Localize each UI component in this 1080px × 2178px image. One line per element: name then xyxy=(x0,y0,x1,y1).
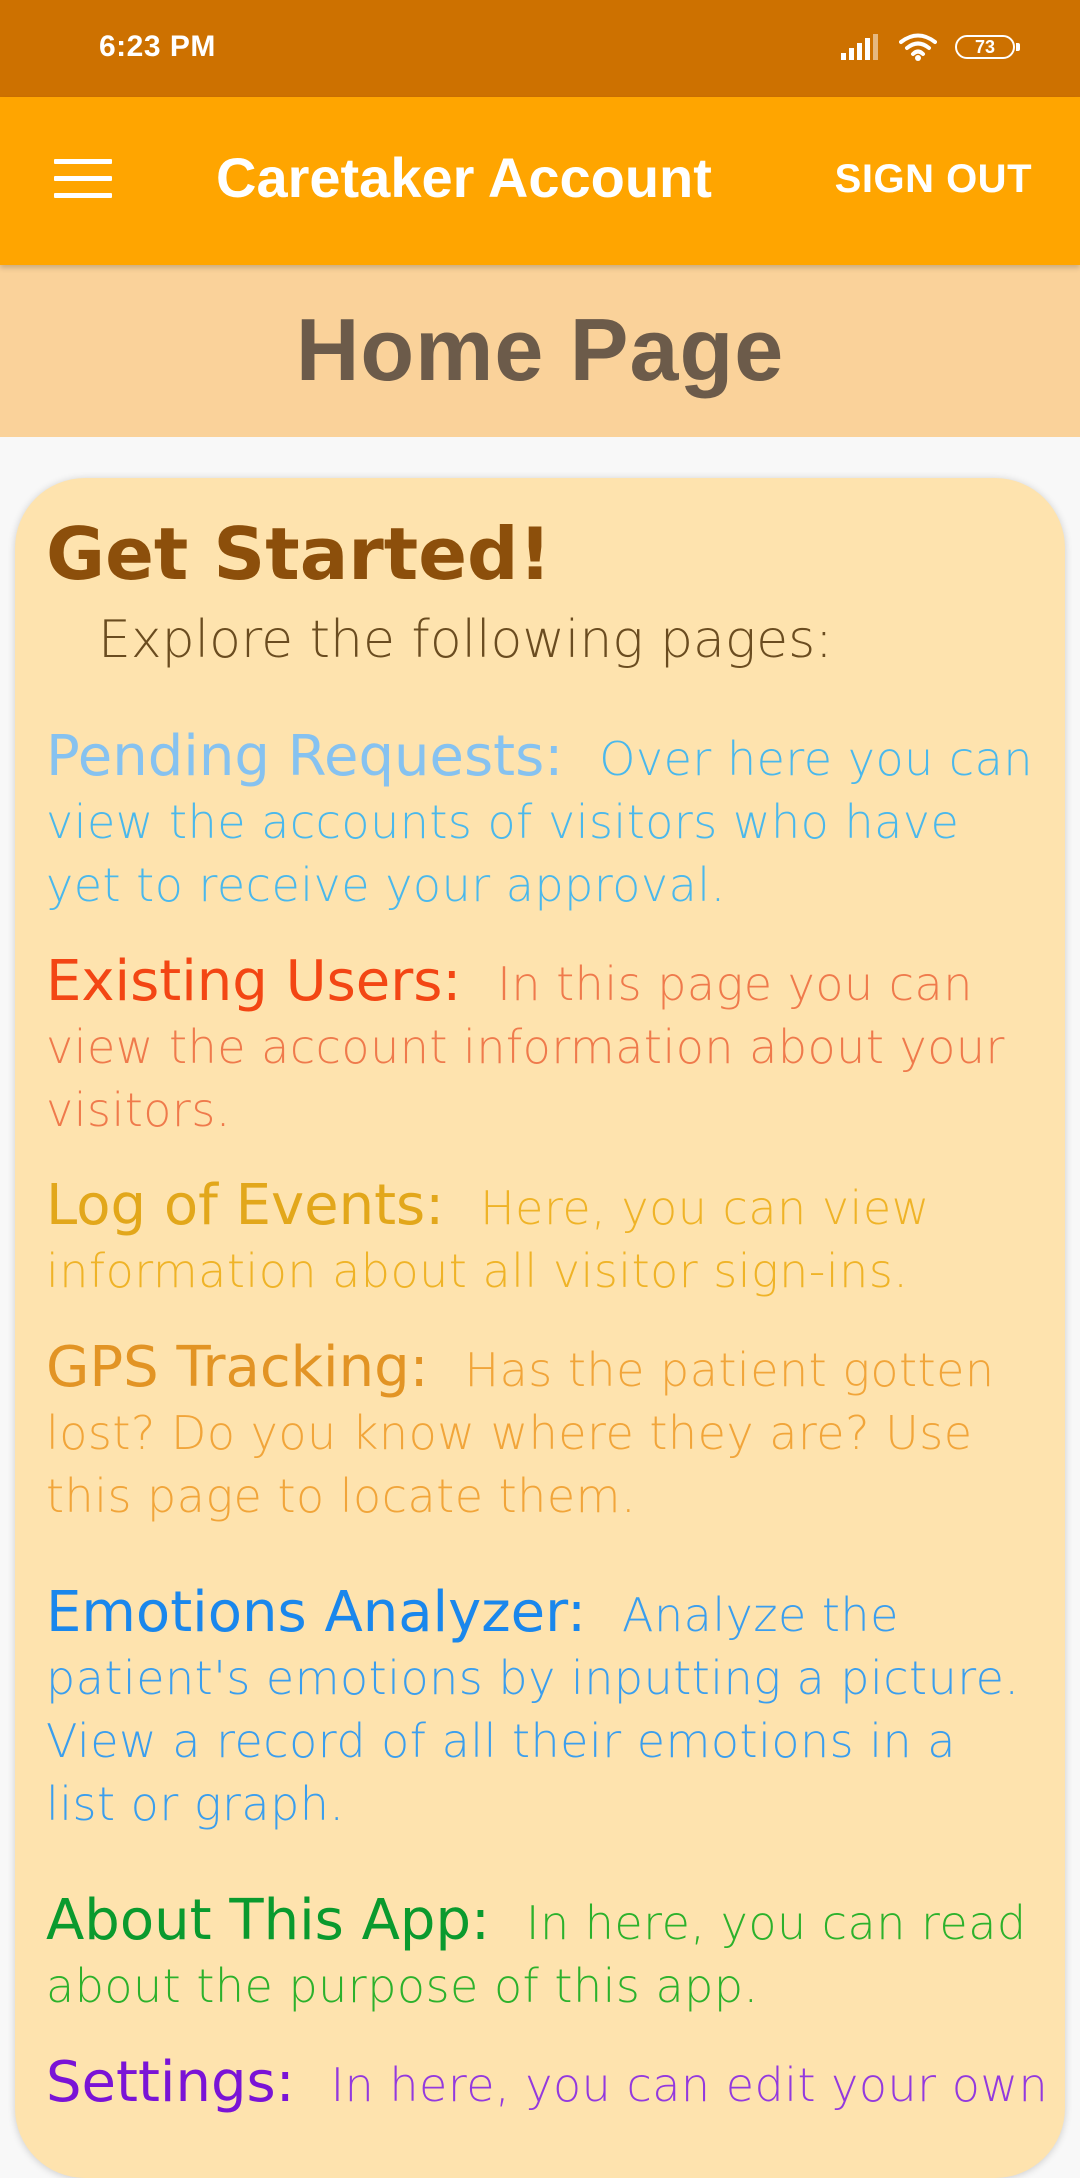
link-settings[interactable]: Settings: xyxy=(46,2050,295,2115)
link-about-this-app[interactable]: About This App: xyxy=(46,1888,490,1953)
card-heading: Get Started! xyxy=(46,512,552,596)
settings-description: In here, you can edit your own xyxy=(330,2058,1049,2112)
wifi-icon xyxy=(899,33,937,61)
section-settings: Settings: In here, you can edit your own xyxy=(46,2051,1076,2117)
section-about-this-app: About This App: In here, you can read abo… xyxy=(46,1889,1076,2018)
status-time: 6:23 PM xyxy=(99,30,216,63)
signal-icon xyxy=(841,34,878,60)
app-bar: Caretaker Account SIGN OUT xyxy=(0,97,1080,265)
card-intro: Get Started! Explore the following pages… xyxy=(46,506,1076,678)
link-emotions-analyzer[interactable]: Emotions Analyzer: xyxy=(46,1580,586,1645)
battery-level: 73 xyxy=(974,36,996,57)
hamburger-menu-icon[interactable] xyxy=(54,159,112,199)
app-title: Caretaker Account xyxy=(216,146,712,209)
section-pending-requests: Pending Requests: Over here you can view … xyxy=(46,725,1076,917)
link-log-of-events[interactable]: Log of Events: xyxy=(46,1173,444,1238)
status-icons: 73 xyxy=(841,33,1020,61)
card-subheading: Explore the following pages: xyxy=(98,610,833,670)
get-started-card: Get Started! Explore the following pages… xyxy=(15,478,1065,2178)
page-header: Home Page xyxy=(0,265,1080,437)
section-existing-users: Existing Users: In this page you can view… xyxy=(46,950,1076,1142)
battery-icon: 73 xyxy=(955,35,1020,59)
page-title: Home Page xyxy=(295,300,785,399)
section-gps-tracking: GPS Tracking: Has the patient gotten lost… xyxy=(46,1336,1076,1528)
section-emotions-analyzer: Emotions Analyzer: Analyze the patient's … xyxy=(46,1581,1076,1836)
link-existing-users[interactable]: Existing Users: xyxy=(46,949,461,1014)
link-gps-tracking[interactable]: GPS Tracking: xyxy=(46,1335,429,1400)
sign-out-button[interactable]: SIGN OUT xyxy=(835,157,1032,202)
section-log-of-events: Log of Events: Here, you can view informa… xyxy=(46,1174,1076,1303)
status-bar: 6:23 PM 73 xyxy=(0,0,1080,97)
link-pending-requests[interactable]: Pending Requests: xyxy=(46,724,563,789)
